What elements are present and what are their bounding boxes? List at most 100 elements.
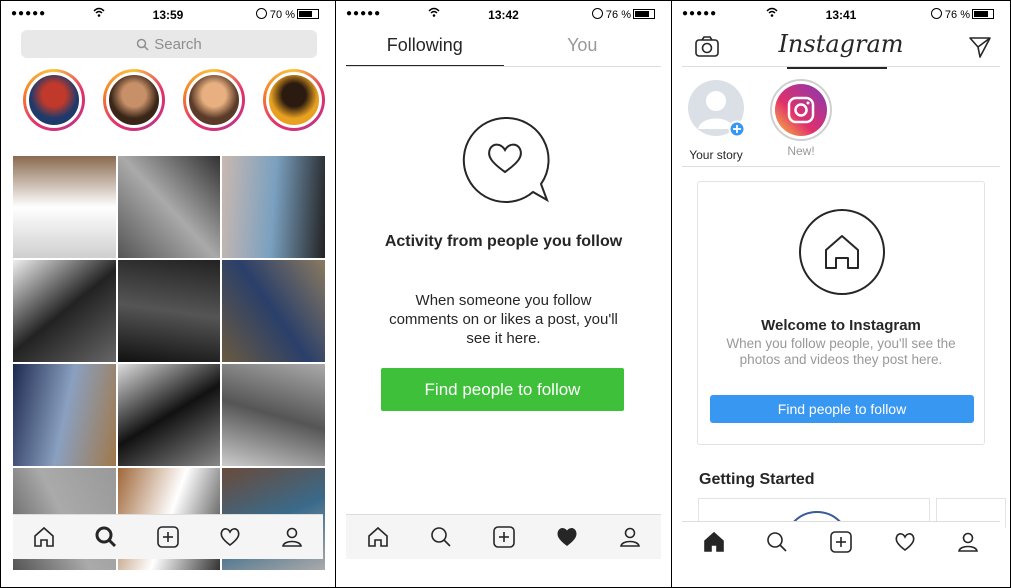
tab-you[interactable]: You: [504, 29, 662, 66]
empty-state-title: Activity from people you follow: [384, 233, 623, 250]
search-tab[interactable]: [93, 524, 119, 550]
activity-screen: ●●●●● 13:42 76 % Following You Activity …: [335, 0, 672, 588]
pc-case-photo[interactable]: [13, 260, 116, 362]
rotation-lock-icon: [591, 8, 603, 19]
stories-row: [23, 69, 325, 131]
search-input[interactable]: Search: [21, 30, 317, 58]
heart-icon: [220, 528, 240, 547]
instagram-app-icon: [775, 84, 827, 136]
story-label: New!: [787, 144, 815, 158]
home-tab[interactable]: [365, 524, 391, 550]
logo-underline: [787, 67, 887, 69]
empty-state-body: When someone you follow comments on or l…: [389, 292, 618, 347]
battery-indicator: 76 %: [930, 8, 994, 21]
stories-row: Your story New!: [682, 77, 1000, 167]
home-icon: [367, 526, 388, 547]
status-bar: ●●●●● 13:42 76 %: [336, 5, 671, 23]
phone-lineup-photo[interactable]: [222, 156, 325, 258]
status-bar: ●●●●● 13:59 70 %: [1, 5, 335, 23]
bottom-tab-bar: [682, 521, 1000, 567]
profile-tab[interactable]: [617, 524, 643, 550]
explore-screen: ●●●●● 13:59 70 % Search: [0, 0, 336, 588]
battery-level: [299, 11, 312, 17]
battery-indicator: 70 %: [255, 8, 319, 21]
avatar-image: [106, 72, 162, 128]
story-avatar[interactable]: [183, 69, 245, 131]
direct-message-icon[interactable]: [968, 35, 992, 59]
white-phone-photo[interactable]: [13, 156, 116, 258]
welcome-title: Welcome to Instagram: [761, 317, 921, 334]
home-icon: [34, 526, 54, 547]
battery-percent: 76 %: [605, 9, 631, 21]
battery-icon: [297, 9, 319, 19]
tab-following[interactable]: Following: [346, 29, 504, 66]
battery-icon: [633, 9, 655, 19]
bottom-tab-bar: [346, 514, 661, 559]
search-icon: [430, 527, 451, 547]
heart-icon: [895, 533, 915, 552]
story-avatar[interactable]: [103, 69, 165, 131]
heart-bubble-icon: [462, 116, 550, 203]
instagram-story[interactable]: New!: [770, 79, 832, 158]
plus-square-icon: [830, 531, 852, 553]
plus-square-icon: [492, 526, 515, 548]
home-filled-icon: [703, 531, 724, 552]
person-icon: [282, 527, 302, 547]
battery-level: [635, 11, 649, 17]
your-story[interactable]: Your story: [685, 79, 747, 162]
getting-started-heading: Getting Started: [699, 471, 815, 488]
activity-tab[interactable]: [217, 524, 243, 550]
battery-percent: 76 %: [944, 9, 970, 21]
search-tab[interactable]: [765, 530, 789, 559]
heart-filled-icon: [556, 528, 577, 547]
person-icon: [619, 527, 640, 547]
rotation-lock-icon: [930, 8, 942, 19]
new-post-tab[interactable]: [829, 530, 853, 559]
search-icon: [136, 38, 149, 51]
home-tab[interactable]: [31, 524, 57, 550]
instagram-logo: Instagram: [778, 30, 904, 58]
bottom-tab-bar: [13, 514, 323, 559]
feed-screen: ●●●●● 13:41 76 % Instagram Your story Ne…: [671, 0, 1011, 588]
avatar-image: [26, 72, 82, 128]
galaxy-phone-photo[interactable]: [13, 364, 116, 466]
black-phone-photo[interactable]: [117, 364, 221, 466]
person-icon: [958, 532, 979, 552]
feed-header: Instagram: [682, 29, 1000, 69]
rotation-lock-icon: [255, 8, 267, 19]
plus-square-icon: [157, 526, 179, 548]
story-avatar[interactable]: [23, 69, 85, 131]
home-tab[interactable]: [702, 530, 726, 559]
activity-tab[interactable]: [893, 530, 917, 559]
activity-tabs: Following You: [346, 29, 661, 67]
profile-tab[interactable]: [956, 530, 980, 559]
phone-in-hand-photo[interactable]: [117, 156, 221, 258]
welcome-card: Welcome to Instagram When you follow peo…: [697, 181, 985, 445]
dark-laptop-photo[interactable]: [117, 260, 221, 362]
search-icon: [767, 532, 787, 552]
search-tab[interactable]: [428, 524, 454, 550]
avatar-image: [266, 72, 322, 128]
find-people-button[interactable]: Find people to follow: [710, 395, 974, 423]
default-avatar-icon: [688, 80, 746, 138]
story-label: Your story: [689, 148, 743, 162]
blue-phone-ground-photo[interactable]: [222, 260, 325, 362]
battery-level: [974, 11, 988, 17]
battery-percent: 70 %: [269, 9, 295, 21]
new-post-tab[interactable]: [155, 524, 181, 550]
avatar-image: [186, 72, 242, 128]
battery-indicator: 76 %: [591, 8, 655, 21]
find-people-button[interactable]: Find people to follow: [381, 368, 624, 411]
activity-tab[interactable]: [554, 524, 580, 550]
welcome-body: When you follow people, you'll see the p…: [726, 336, 956, 367]
story-ring: [770, 79, 832, 141]
silver-phone-photo[interactable]: [222, 364, 325, 466]
home-circle-icon: [799, 209, 885, 295]
profile-tab[interactable]: [279, 524, 305, 550]
story-avatar[interactable]: [263, 69, 325, 131]
search-placeholder: Search: [154, 35, 202, 53]
new-post-tab[interactable]: [491, 524, 517, 550]
battery-icon: [972, 9, 994, 19]
status-bar: ●●●●● 13:41 76 %: [672, 5, 1010, 23]
search-icon: [95, 526, 117, 548]
